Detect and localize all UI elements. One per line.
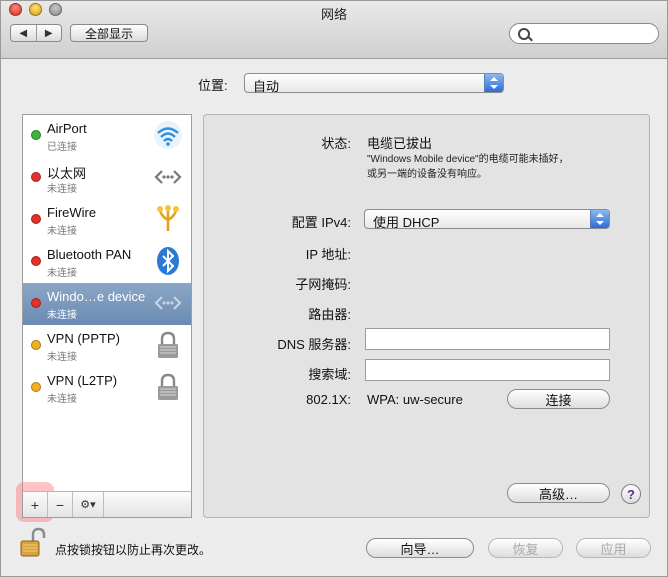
- revert-button[interactable]: 恢复: [488, 538, 563, 558]
- toolbar: 网络 ◀ ▶ 全部显示: [1, 1, 667, 59]
- service-name: VPN (L2TP): [47, 373, 118, 388]
- status-note-line-2: 或另一端的设备没有响应。: [367, 169, 487, 180]
- add-service-button[interactable]: +: [23, 492, 48, 517]
- location-label: 位置:: [198, 78, 228, 93]
- subnet-mask-label: 子网掩码:: [295, 277, 351, 292]
- service-item-vpn-pptp[interactable]: VPN (PPTP) 未连接: [23, 325, 191, 367]
- dns-servers-label: DNS 服务器:: [277, 337, 351, 352]
- gear-menu-button[interactable]: ⚙▾: [73, 492, 104, 517]
- window-title: 网络: [320, 7, 347, 22]
- ethernet-icon: [154, 170, 182, 184]
- service-status: 未连接: [47, 394, 77, 405]
- advanced-button[interactable]: 高级…: [507, 483, 610, 503]
- popup-arrows-icon: [590, 210, 609, 228]
- back-button[interactable]: ◀: [11, 25, 36, 41]
- network-preferences-window: 网络 ◀ ▶ 全部显示 位置: 自动 AirPort 已连接 以太网 未连接 F…: [0, 0, 668, 577]
- configure-ipv4-label: 配置 IPv4:: [291, 215, 351, 230]
- apply-button[interactable]: 应用: [576, 538, 651, 558]
- search-domains-label: 搜索域:: [308, 367, 351, 382]
- service-status: 未连接: [47, 352, 77, 363]
- service-status: 已连接: [47, 142, 77, 153]
- service-status: 未连接: [47, 226, 77, 237]
- location-popup[interactable]: 自动: [244, 73, 504, 94]
- dns-servers-field[interactable]: [365, 328, 610, 350]
- service-list-toolbar: + − ⚙▾: [22, 491, 192, 518]
- search-icon: [518, 28, 530, 40]
- popup-arrows-icon: [484, 74, 503, 92]
- service-status: 未连接: [47, 184, 77, 195]
- status-dot-disconnected: [31, 214, 41, 224]
- status-dot-disconnected: [31, 298, 41, 308]
- service-item-bluetooth-pan[interactable]: Bluetooth PAN 未连接: [23, 241, 191, 283]
- location-value: 自动: [253, 79, 280, 94]
- ip-address-label: IP 地址:: [305, 247, 351, 262]
- remove-service-button[interactable]: −: [48, 492, 73, 517]
- service-name: Windo…e device: [47, 289, 146, 304]
- dot1x-label: 802.1X:: [306, 392, 351, 407]
- back-forward-control: ◀ ▶: [10, 24, 62, 42]
- bluetooth-icon: [157, 247, 179, 275]
- assistant-button[interactable]: 向导…: [366, 538, 474, 558]
- lock-icon: [158, 331, 178, 358]
- lock-icon: [158, 373, 178, 400]
- service-name: VPN (PPTP): [47, 331, 120, 346]
- dot1x-value: WPA: uw-secure: [367, 392, 463, 407]
- wifi-icon: [154, 121, 182, 149]
- status-note-line-1: "Windows Mobile device"的电缆可能未插好，: [367, 154, 569, 165]
- status-dot-inactive: [31, 382, 41, 392]
- configure-ipv4-value: 使用 DHCP: [373, 215, 440, 230]
- service-item-vpn-l2tp[interactable]: VPN (L2TP) 未连接: [23, 367, 191, 409]
- service-list: AirPort 已连接 以太网 未连接 FireWire 未连接 Bluetoo…: [22, 114, 192, 518]
- service-status: 未连接: [47, 268, 77, 279]
- service-name: Bluetooth PAN: [47, 247, 132, 262]
- service-name: AirPort: [47, 121, 87, 136]
- status-dot-inactive: [31, 340, 41, 350]
- service-item-windows-mobile-device[interactable]: Windo…e device 未连接: [23, 283, 191, 325]
- router-label: 路由器:: [308, 307, 351, 322]
- service-item-ethernet[interactable]: 以太网 未连接: [23, 157, 191, 199]
- lock-message: 点按锁按钮以防止再次更改。: [55, 543, 212, 557]
- ethernet-icon: [154, 296, 182, 310]
- configure-ipv4-popup[interactable]: 使用 DHCP: [364, 209, 610, 230]
- status-label: 状态:: [321, 136, 351, 151]
- status-dot-disconnected: [31, 172, 41, 182]
- forward-button[interactable]: ▶: [35, 25, 62, 41]
- search-input[interactable]: [509, 23, 659, 44]
- connect-button[interactable]: 连接: [507, 389, 610, 409]
- search-domains-field[interactable]: [365, 359, 610, 381]
- status-dot-connected: [31, 130, 41, 140]
- service-item-firewire[interactable]: FireWire 未连接: [23, 199, 191, 241]
- padlock-icon[interactable]: [20, 527, 46, 559]
- show-all-button[interactable]: 全部显示: [70, 24, 148, 42]
- help-button[interactable]: ?: [621, 484, 641, 504]
- service-name: FireWire: [47, 205, 97, 220]
- firewire-icon: [157, 205, 179, 231]
- status-dot-disconnected: [31, 256, 41, 266]
- service-status: 未连接: [47, 310, 77, 321]
- status-value: 电缆已拔出: [367, 136, 433, 151]
- service-item-airport[interactable]: AirPort 已连接: [23, 115, 191, 157]
